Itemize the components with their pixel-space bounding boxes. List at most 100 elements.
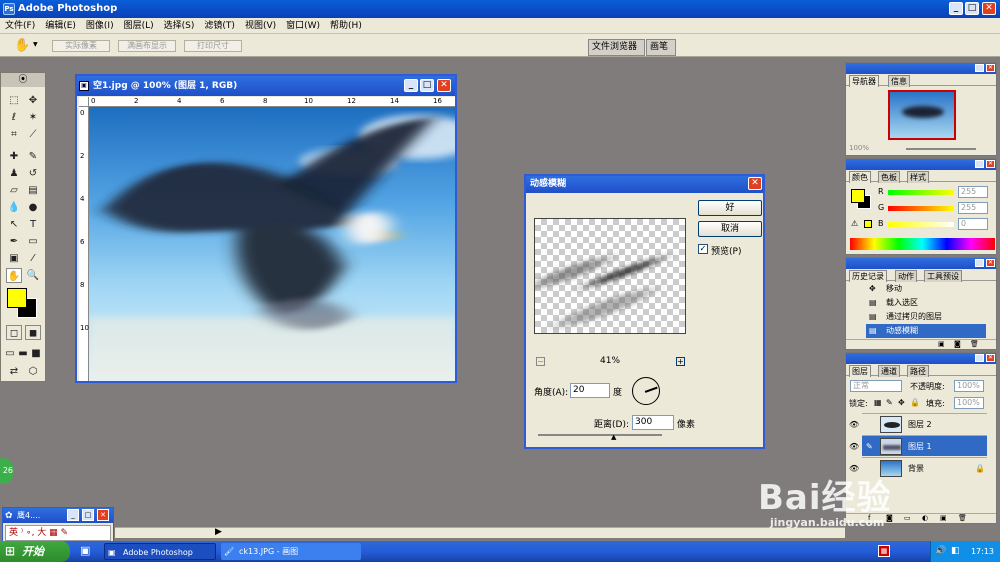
path-selection-tool-icon[interactable]: ↖ <box>6 217 22 232</box>
shape-tool-icon[interactable]: ▭ <box>25 234 41 249</box>
palette-title-bar[interactable]: ✕ <box>846 258 996 269</box>
menu-window[interactable]: 窗口(W) <box>281 18 325 34</box>
palette-title-bar[interactable]: ✕ <box>846 159 996 170</box>
dialog-title-bar[interactable]: 动感模糊 ✕ <box>526 176 763 193</box>
layer-visibility-eye-icon[interactable]: 👁 <box>849 436 859 457</box>
imageready-icon[interactable]: ⬡ <box>25 364 41 379</box>
cancel-button[interactable]: 取消 <box>698 221 762 237</box>
lock-all-icon[interactable]: 🔒 <box>910 398 920 407</box>
ime-minimize-button[interactable]: _ <box>67 509 79 521</box>
tab-channels[interactable]: 通道 <box>878 365 900 377</box>
palette-close-button[interactable]: ✕ <box>986 160 995 168</box>
tab-navigator[interactable]: 导航器 <box>849 75 879 87</box>
history-item-load-selection[interactable]: ▤ 载入选区 <box>866 296 986 310</box>
palette-title-bar[interactable]: ✕ <box>846 353 996 364</box>
brush-tool-icon[interactable]: ✎ <box>25 149 41 164</box>
zoom-tool-icon[interactable]: 🔍 <box>25 268 41 283</box>
zoom-out-button[interactable]: − <box>536 357 545 366</box>
blur-tool-icon[interactable]: 💧 <box>6 200 22 215</box>
clock[interactable]: 17:13 <box>971 547 994 556</box>
ime-maximize-button[interactable]: □ <box>82 509 94 521</box>
palette-close-button[interactable]: ✕ <box>986 64 995 72</box>
trash-icon[interactable]: 🗑 <box>970 340 979 348</box>
gradient-tool-icon[interactable]: ▤ <box>25 183 41 198</box>
file-browser-tab[interactable]: 文件浏览器 <box>588 39 645 56</box>
healing-brush-tool-icon[interactable]: ✚ <box>6 149 22 164</box>
palette-minimize-button[interactable] <box>975 259 984 267</box>
distance-slider-track[interactable] <box>538 434 662 436</box>
layer-row-layer-1[interactable]: 👁 ✎ 图层 1 <box>849 435 987 456</box>
zoom-in-button[interactable]: + <box>676 357 685 366</box>
preview-checkbox[interactable]: ✓ <box>698 244 708 254</box>
jump-to-imageready-icon[interactable]: ⇄ <box>6 364 22 379</box>
palette-close-button[interactable]: ✕ <box>986 354 995 362</box>
gamut-warning-icon[interactable]: ⚠ <box>851 219 858 228</box>
ok-button[interactable]: 好 <box>698 200 762 216</box>
opacity-input[interactable]: 100% <box>954 380 984 392</box>
image-minimize-button[interactable]: _ <box>404 79 418 92</box>
filter-preview[interactable] <box>534 218 686 334</box>
snapshot-icon[interactable]: ◙ <box>954 340 961 348</box>
screen-mode-standard-icon[interactable]: ▭ <box>4 346 16 361</box>
desktop-badge[interactable]: 26 <box>0 458 14 484</box>
menu-layer[interactable]: 图层(L) <box>119 18 159 34</box>
image-window-title-bar[interactable]: ▣ 空1.jpg @ 100% (图层 1, RGB) _ □ ✕ <box>77 76 455 96</box>
channel-g-input[interactable]: 255 <box>958 202 988 214</box>
actual-pixels-button[interactable]: 实际像素 <box>52 40 110 52</box>
tab-paths[interactable]: 路径 <box>907 365 929 377</box>
crop-tool-icon[interactable]: ⌗ <box>6 127 22 142</box>
hand-tool-icon[interactable]: ✋ <box>6 268 22 283</box>
channel-b-input[interactable]: 0 <box>958 218 988 230</box>
notes-tool-icon[interactable]: ▣ <box>6 251 22 266</box>
magic-wand-tool-icon[interactable]: ✶ <box>25 110 41 125</box>
screen-mode-full-icon[interactable]: ■ <box>30 346 42 361</box>
adobe-online-icon[interactable]: ⦿ <box>1 73 45 87</box>
history-item-motion-blur[interactable]: ▤ 动感模糊 <box>866 324 986 338</box>
tab-info[interactable]: 信息 <box>888 75 910 87</box>
standard-mode-icon[interactable]: ◻ <box>6 325 22 340</box>
fit-on-screen-button[interactable]: 满画布显示 <box>118 40 176 52</box>
tab-swatches[interactable]: 色板 <box>878 171 900 183</box>
distance-input[interactable]: 300 <box>632 415 674 430</box>
lasso-tool-icon[interactable]: ℓ <box>6 110 22 125</box>
palette-minimize-button[interactable] <box>975 354 984 362</box>
palette-close-button[interactable]: ✕ <box>986 259 995 267</box>
color-foreground-swatch[interactable] <box>851 189 865 203</box>
channel-r-slider[interactable] <box>888 190 954 195</box>
dodge-tool-icon[interactable]: ● <box>25 200 41 215</box>
dialog-close-button[interactable]: ✕ <box>748 177 762 190</box>
palette-minimize-button[interactable] <box>975 64 984 72</box>
tab-tool-presets[interactable]: 工具预设 <box>924 270 962 282</box>
new-document-icon[interactable]: ▣ <box>938 340 945 348</box>
gamut-color-swatch[interactable] <box>864 220 872 228</box>
menu-help[interactable]: 帮助(H) <box>325 18 367 34</box>
lock-transparency-icon[interactable]: ▦ <box>874 398 882 407</box>
clone-stamp-tool-icon[interactable]: ♟ <box>6 166 22 181</box>
menu-image[interactable]: 图像(I) <box>81 18 119 34</box>
menu-view[interactable]: 视图(V) <box>240 18 281 34</box>
scroll-right-arrow-icon[interactable]: ▶ <box>215 527 222 537</box>
taskbar-item-paint[interactable]: 🖌 ck13.JPG - 画图 <box>221 543 361 560</box>
tab-actions[interactable]: 动作 <box>895 270 917 282</box>
navigator-zoom-slider[interactable] <box>906 148 976 150</box>
image-close-button[interactable]: ✕ <box>437 79 451 92</box>
maximize-button[interactable]: □ <box>965 2 979 15</box>
menu-select[interactable]: 选择(S) <box>159 18 200 34</box>
network-icon[interactable]: ◧ <box>951 541 960 562</box>
volume-icon[interactable]: 🔊 <box>935 541 946 562</box>
angle-input[interactable]: 20 <box>570 383 610 398</box>
minimize-button[interactable]: _ <box>949 2 963 15</box>
menu-file[interactable]: 文件(F) <box>0 18 40 34</box>
menu-filter[interactable]: 滤镜(T) <box>199 18 240 34</box>
brushes-tab[interactable]: 画笔 <box>646 39 676 56</box>
history-item-layer-via-copy[interactable]: ▤ 通过拷贝的图层 <box>866 310 986 324</box>
quick-mask-mode-icon[interactable]: ◼ <box>25 325 41 340</box>
eraser-tool-icon[interactable]: ▱ <box>6 183 22 198</box>
marquee-tool-icon[interactable]: ⬚ <box>6 93 22 108</box>
navigator-thumbnail[interactable] <box>888 90 956 140</box>
angle-dial[interactable] <box>632 377 660 405</box>
type-tool-icon[interactable]: T <box>25 217 41 232</box>
tab-history[interactable]: 历史记录 <box>849 270 887 282</box>
ime-title-bar[interactable]: ✿ 鹰4.... _ □ ✕ <box>3 508 113 523</box>
image-canvas[interactable] <box>89 107 455 381</box>
